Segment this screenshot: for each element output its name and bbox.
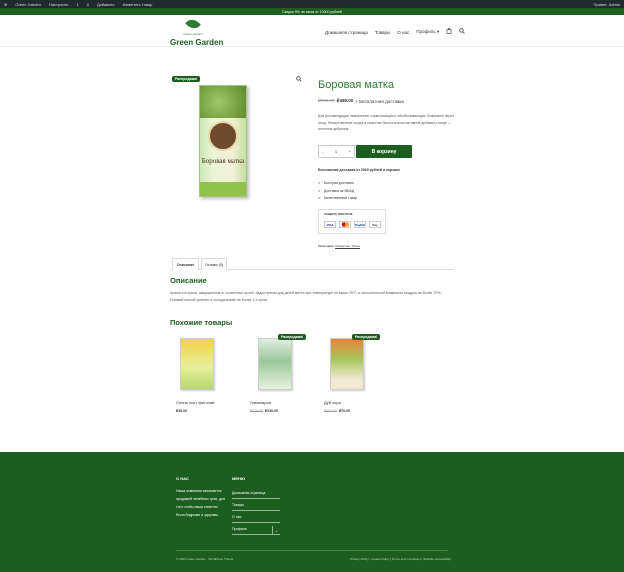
related-heading: Похожие товары [170,318,233,327]
add-to-cart-button[interactable]: В корзину [356,145,412,158]
footer-divider [176,550,448,551]
cart-icon[interactable] [446,28,452,36]
admin-customize-link[interactable]: Настроить [49,2,69,7]
product-price: ₽100.00 ₽70.00 [324,409,350,413]
product-name[interactable]: Дуб кора [324,400,341,405]
paypal-icon: PayPal [354,221,366,228]
admin-comments-count[interactable]: 0 [87,2,89,7]
main-nav: Домашняя страница Товары О нас Профиль ▾ [325,28,465,36]
sale-badge: Распродажа! [278,334,307,340]
footer-menu: Домашняя страница Товары О нас Профиль ⌄ [232,487,280,535]
nav-item-products[interactable]: Товары [375,30,390,35]
product-title: Боровая матка [318,79,395,91]
admin-greeting[interactable]: Привет, Admin [594,2,620,7]
footer-copyright: © 2024 Green Garden · WordPress Theme [176,557,234,561]
footer-menu-item-home[interactable]: Домашняя страница [232,487,280,499]
feature-item: ✔ Доставка за МКАД [318,188,357,196]
product-card[interactable]: Распродажа! Дуб кора ₽100.00 ₽70.00 [318,334,384,418]
free-shipping-note: Бесплатная доставка от 2000 рублей в кор… [318,168,401,172]
product-image: Боровая матка [199,85,247,197]
qty-value[interactable]: 1 [335,149,337,154]
footer-about-title: О НАС [176,476,189,481]
sale-price: ₽499.00 [336,98,354,103]
qty-plus-button[interactable]: + [349,149,351,154]
tea-cup-emblem [208,121,238,151]
product-thumbnail[interactable] [258,338,292,390]
admin-edit-product-link[interactable]: Изменить товар [123,2,153,7]
product-thumbnail[interactable] [330,338,364,390]
footer-about-text: Наша компания занимается продажей лечебн… [176,489,225,517]
shipping-note: + Бесплатная доставка [355,98,404,104]
nav-item-profile[interactable]: Профиль ▾ [416,29,439,35]
footer-menu-item-about[interactable]: О нас [232,511,280,523]
check-icon: ✔ [318,181,321,185]
site-title[interactable]: Green Garden [170,38,223,47]
product-name[interactable]: Сенна лист фиточай [176,400,214,405]
short-description: Для рекомендации назначения: гормонизаци… [318,114,454,131]
pack-label: Боровая матка [201,157,245,165]
sale-badge: Распродажа! [172,76,201,82]
wordpress-icon[interactable]: ⊕ [4,2,7,7]
description-heading: Описание [170,276,207,285]
footer-legal-links[interactable]: Privacy Policy | Cookie Policy | Terms a… [350,557,451,561]
product-name[interactable]: Ламинария [250,400,271,405]
logo-text: Green Garden [183,32,203,36]
feature-item: ✔ Быстрая доставка [318,180,357,188]
nav-item-about[interactable]: О нас [397,30,409,35]
secure-checkout-box: ЗАЩИТА ПОКУПОК VISA PayPal Pay [318,209,386,234]
footer-menu-item-profile[interactable]: Профиль ⌄ [232,523,280,535]
tab-description[interactable]: Описание [172,258,199,270]
product-categories: Категории: Лекарства, Травы [318,244,360,248]
category-link[interactable]: Лекарства, Травы [335,244,360,248]
product-card[interactable]: Сенна лист фиточай ₽45.00 [170,334,236,418]
admin-site-link[interactable]: Green Garden [15,2,41,7]
tab-reviews[interactable]: Отзывы (0) [201,258,227,270]
product-price: ₽599.00 ₽499.00 + Бесплатная доставка [318,98,404,104]
mastercard-icon [339,221,351,228]
feature-item: ✔ Качественный товар [318,195,357,203]
product-price: ₽45.00 [176,409,187,413]
product-tabs: Описание Отзывы (0) [170,258,454,270]
qty-minus-button[interactable]: - [322,149,323,154]
zoom-icon[interactable] [296,76,302,84]
submenu-toggle-icon[interactable]: ⌄ [272,526,280,534]
promo-banner: Скидка 9% на заказ от 10000 рублей [0,8,624,15]
admin-bar: ⊕ Green Garden Настроить 1 0 Добавить Из… [0,0,624,8]
site-footer: О НАС Наша компания занимается продажей … [0,452,624,572]
admin-add-new-link[interactable]: Добавить [97,2,115,7]
secure-title: ЗАЩИТА ПОКУПОК [323,212,354,216]
search-icon[interactable] [459,28,465,36]
site-header: Green Garden Green Garden Домашняя стран… [0,15,624,47]
product-card[interactable]: Распродажа! Ламинария ₽179.00 ₽139.00 [244,334,310,418]
feature-list: ✔ Быстрая доставка ✔ Доставка за МКАД ✔ Кач… [318,180,357,203]
footer-menu-item-products[interactable]: Товары [232,499,280,511]
visa-icon: VISA [324,221,336,228]
nav-item-home[interactable]: Домашняя страница [325,30,368,35]
leaf-icon [185,16,201,32]
quantity-stepper[interactable]: - 1 + [318,145,355,158]
check-icon: ✔ [318,188,321,193]
admin-updates-count[interactable]: 1 [76,2,78,7]
herb-illustration [200,86,246,118]
old-price: ₽599.00 [318,98,335,103]
footer-menu-title: МЕНЮ [232,476,246,481]
check-icon: ✔ [318,196,321,200]
product-price: ₽179.00 ₽139.00 [250,409,278,413]
product-thumbnail[interactable] [180,338,214,390]
apple-pay-icon: Pay [369,221,381,228]
sale-badge: Распродажа! [352,334,381,340]
site-logo[interactable]: Green Garden [170,16,216,36]
pack-bottom-band [200,182,246,196]
description-text: Хранить в сухом, защищенном от солнечных… [170,291,442,302]
